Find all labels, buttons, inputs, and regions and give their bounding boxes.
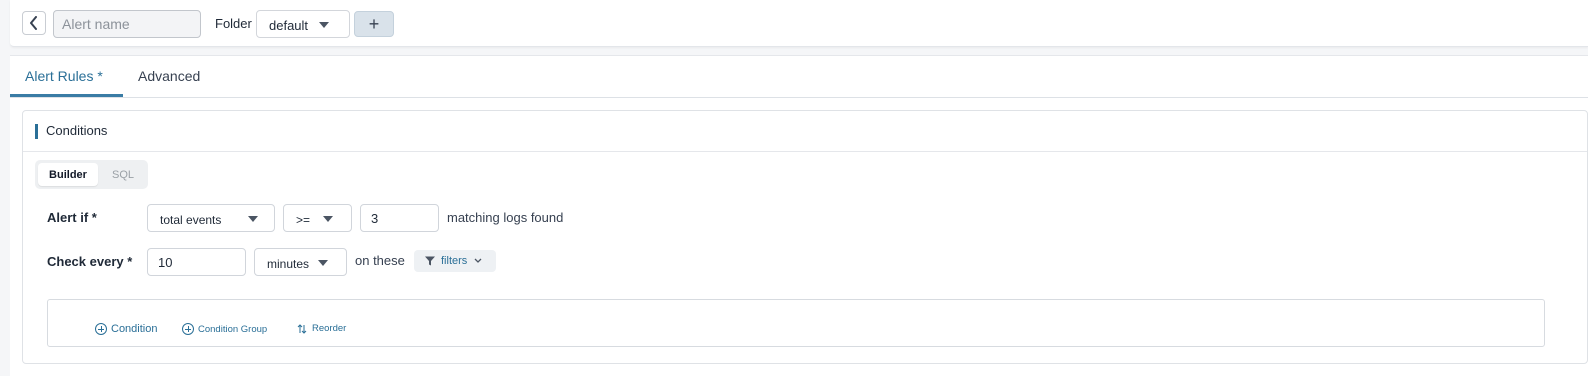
filters-label: filters	[441, 255, 468, 267]
sort-icon	[297, 323, 307, 334]
threshold-input[interactable]	[360, 204, 439, 232]
back-button[interactable]	[22, 11, 46, 35]
chevron-down-icon	[248, 216, 258, 222]
operator-select-value: >=	[296, 213, 311, 227]
condition-builder-area: Condition Condition Group Reorder	[47, 299, 1545, 347]
chevron-down-icon	[323, 216, 333, 222]
check-every-label: Check every *	[47, 254, 133, 269]
plus-icon: +	[368, 14, 380, 34]
reorder-button[interactable]: Reorder	[297, 323, 346, 334]
interval-unit-value: minutes	[267, 257, 310, 271]
section-accent-bar	[35, 124, 38, 139]
chevron-down-icon	[318, 260, 328, 266]
filters-button[interactable]: filters	[414, 250, 496, 272]
sql-mode-label: SQL	[111, 168, 134, 181]
interval-unit-select[interactable]: minutes	[254, 248, 347, 276]
builder-mode-label: Builder	[49, 168, 87, 181]
alert-if-suffix: matching logs found	[447, 210, 564, 225]
alert-name-input[interactable]	[53, 10, 201, 38]
chevron-down-icon	[319, 22, 329, 28]
add-folder-button[interactable]: +	[354, 11, 394, 37]
add-condition-group-label: Condition Group	[198, 323, 268, 335]
chevron-left-icon	[30, 16, 37, 30]
sql-mode-button[interactable]: SQL	[101, 163, 145, 186]
tab-advanced[interactable]: Advanced	[138, 68, 200, 98]
metric-select-value: total events	[160, 213, 222, 227]
conditions-panel: Conditions Builder SQL Alert if * total …	[22, 110, 1588, 364]
check-interval-input[interactable]	[147, 248, 246, 276]
folder-select[interactable]: default	[256, 10, 350, 38]
top-bar: Folder default +	[10, 0, 1588, 47]
conditions-header: Conditions	[23, 111, 1587, 152]
operator-select[interactable]: >=	[283, 204, 352, 232]
conditions-title: Conditions	[46, 123, 108, 138]
alert-editor: Alert Rules * Advanced Conditions Builde…	[10, 55, 1588, 376]
alert-if-label: Alert if *	[47, 210, 97, 225]
metric-select[interactable]: total events	[147, 204, 275, 232]
query-mode-toggle: Builder SQL	[35, 160, 148, 189]
filter-icon	[425, 256, 435, 266]
folder-label: Folder	[215, 16, 252, 31]
add-condition-group-button[interactable]: Condition Group	[182, 323, 267, 335]
plus-circle-icon	[95, 323, 107, 335]
add-condition-button[interactable]: Condition	[95, 323, 157, 335]
add-condition-label: Condition	[111, 323, 158, 335]
check-every-suffix: on these	[355, 253, 405, 268]
tab-bar: Alert Rules * Advanced	[10, 56, 1588, 98]
active-tab-indicator	[10, 94, 123, 97]
builder-mode-button[interactable]: Builder	[38, 163, 98, 186]
tab-alert-rules-label: Alert Rules *	[25, 68, 103, 84]
chevron-down-icon	[474, 258, 482, 263]
plus-circle-icon	[182, 323, 194, 335]
folder-select-value: default	[269, 18, 309, 33]
reorder-label: Reorder	[312, 323, 347, 334]
tab-advanced-label: Advanced	[138, 68, 201, 84]
